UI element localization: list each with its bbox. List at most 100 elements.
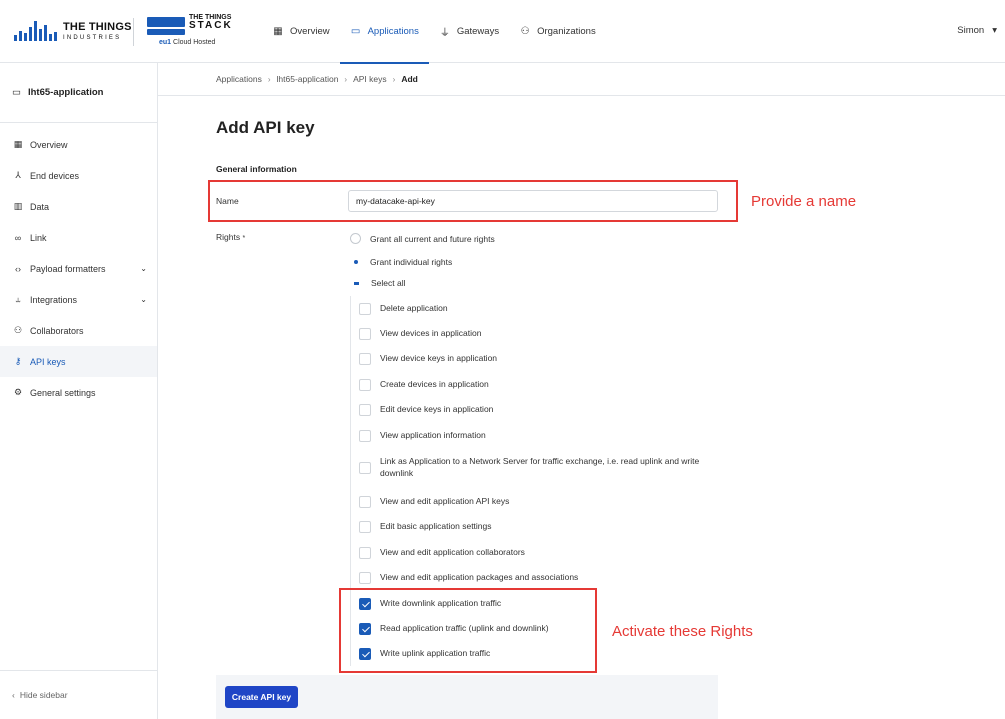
nav-organizations-label: Organizations <box>537 26 596 37</box>
right-label: Create devices in application <box>380 379 489 389</box>
right-label: View devices in application <box>380 328 482 338</box>
sidebar-item-label: API keys <box>30 356 66 367</box>
sidebar-item-label: End devices <box>30 170 80 181</box>
sidebar-item-link[interactable]: ∞ Link <box>0 222 157 253</box>
checkbox-indeterminate-icon <box>350 277 362 289</box>
right-checkbox[interactable]: View devices in application <box>359 327 481 340</box>
grant-individual-label: Grant individual rights <box>370 256 453 267</box>
checkbox-icon <box>359 461 371 474</box>
main-nav: ▦ Overview ▭ Applications ⏚ Gateways ⚇ O… <box>262 0 606 64</box>
user-menu[interactable]: Simon ▾ <box>957 25 997 36</box>
nav-gateways-label: Gateways <box>456 26 500 37</box>
right-checkbox[interactable]: View and edit application collaborators <box>359 546 525 559</box>
people-icon: ⚇ <box>13 325 23 335</box>
sidebar-item-label: General settings <box>30 387 96 398</box>
select-all-label: Select all <box>371 278 406 288</box>
breadcrumb-current: Add <box>401 74 418 84</box>
tti-logo[interactable]: THE THINGS INDUSTRIES <box>14 21 132 41</box>
sidebar-item-payload-formatters[interactable]: ‹› Payload formatters ⌄ <box>0 253 157 284</box>
grant-all-label: Grant all current and future rights <box>370 233 495 244</box>
right-checkbox[interactable]: Link as Application to a Network Server … <box>359 455 704 480</box>
tts-logo-line2: STACK <box>189 20 233 32</box>
sidebar-app-name: lht65-application <box>27 87 104 98</box>
data-icon: ▥ <box>13 201 23 211</box>
tti-logo-bars-icon <box>14 21 57 41</box>
sidebar-item-label: Data <box>30 201 50 212</box>
sidebar-item-collaborators[interactable]: ⚇ Collaborators <box>0 315 157 346</box>
nav-organizations[interactable]: ⚇ Organizations <box>509 0 606 63</box>
chevron-down-icon: ⌄ <box>140 295 147 304</box>
nav-gateways[interactable]: ⏚ Gateways <box>429 0 509 63</box>
checkbox-icon <box>359 496 371 508</box>
sidebar-item-api-keys[interactable]: ⚷ API keys <box>0 346 157 377</box>
right-checkbox[interactable]: View device keys in application <box>359 352 497 365</box>
right-label: Delete application <box>380 303 448 313</box>
right-label: Edit device keys in application <box>380 404 494 414</box>
nav-applications-label: Applications <box>367 26 419 37</box>
sidebar: ▭ lht65-application ▦ Overview ⅄ End dev… <box>0 63 158 719</box>
gear-icon: ⚙ <box>13 387 23 397</box>
integration-icon: ⥿ <box>15 294 21 304</box>
sidebar-item-end-devices[interactable]: ⅄ End devices <box>0 160 157 191</box>
checkbox-icon <box>359 353 371 365</box>
tti-logo-line1: THE THINGS <box>63 20 132 33</box>
right-checkbox[interactable]: Delete application <box>359 302 448 315</box>
tti-logo-line2: INDUSTRIES <box>63 34 122 41</box>
rights-label-group: Rights * <box>216 232 245 242</box>
sidebar-item-data[interactable]: ▥ Data <box>0 191 157 222</box>
sidebar-item-label: Integrations <box>30 294 78 305</box>
chevron-down-icon: ▾ <box>992 25 997 36</box>
tts-region: eu1 <box>159 39 172 46</box>
nav-applications[interactable]: ▭ Applications <box>339 0 430 64</box>
breadcrumb-api-keys[interactable]: API keys <box>353 74 387 84</box>
chevron-right-icon: › <box>392 74 396 84</box>
grid-icon: ▦ <box>13 139 23 149</box>
grant-all-rights-radio[interactable]: Grant all current and future rights <box>350 233 495 244</box>
checkbox-icon <box>359 572 371 584</box>
hide-sidebar-label: Hide sidebar <box>19 690 68 700</box>
right-checkbox[interactable]: View and edit application packages and a… <box>359 571 578 584</box>
right-checkbox[interactable]: Edit basic application settings <box>359 520 492 533</box>
rights-label: Rights <box>216 232 241 242</box>
chevron-down-icon: ⌄ <box>140 264 147 273</box>
right-checkbox[interactable]: View application information <box>359 429 486 442</box>
chevron-right-icon: › <box>267 74 271 84</box>
user-name: Simon <box>957 25 985 36</box>
sidebar-item-label: Link <box>30 232 47 243</box>
right-label: View and edit application collaborators <box>380 547 525 557</box>
section-title: General information <box>216 164 297 174</box>
nav-overview[interactable]: ▦ Overview <box>262 0 340 63</box>
checkbox-icon <box>359 430 371 442</box>
select-all-checkbox[interactable]: Select all <box>350 277 406 289</box>
rights-annotation-box <box>339 588 597 673</box>
create-api-key-button[interactable]: Create API key <box>225 686 298 708</box>
right-checkbox[interactable]: Create devices in application <box>359 378 489 391</box>
right-checkbox[interactable]: Edit device keys in application <box>359 403 493 416</box>
required-mark: * <box>242 235 246 242</box>
checkbox-icon <box>359 547 371 559</box>
device-tree-icon: ⅄ <box>15 170 21 180</box>
right-label: View application information <box>380 430 486 440</box>
breadcrumb-applications[interactable]: Applications <box>216 74 262 84</box>
sidebar-item-integrations[interactable]: ⥿ Integrations ⌄ <box>0 284 157 315</box>
page-title: Add API key <box>216 118 315 137</box>
tts-badge-icon <box>147 17 185 27</box>
breadcrumb-application[interactable]: lht65-application <box>277 74 339 84</box>
tts-hosting: Cloud Hosted <box>173 39 216 46</box>
name-annotation-text: Provide a name <box>751 193 857 210</box>
breadcrumb: Applications › lht65-application › API k… <box>158 63 1005 96</box>
sidebar-item-overview[interactable]: ▦ Overview <box>0 129 157 160</box>
checkbox-icon <box>359 379 371 391</box>
chevron-right-icon: › <box>344 74 348 84</box>
right-checkbox[interactable]: View and edit application API keys <box>359 495 509 508</box>
hide-sidebar-button[interactable]: ‹ Hide sidebar <box>0 670 157 719</box>
checkbox-icon <box>359 404 371 416</box>
grant-individual-rights-radio[interactable]: Grant individual rights <box>350 256 452 267</box>
chevron-left-icon: ‹ <box>12 690 15 700</box>
code-icon: ‹› <box>15 263 21 274</box>
right-label: View and edit application API keys <box>380 496 510 506</box>
sidebar-item-label: Collaborators <box>30 325 84 336</box>
right-label: Link as Application to a Network Server … <box>380 456 700 479</box>
right-label: View and edit application packages and a… <box>380 572 579 582</box>
sidebar-item-general-settings[interactable]: ⚙ General settings <box>0 377 157 408</box>
